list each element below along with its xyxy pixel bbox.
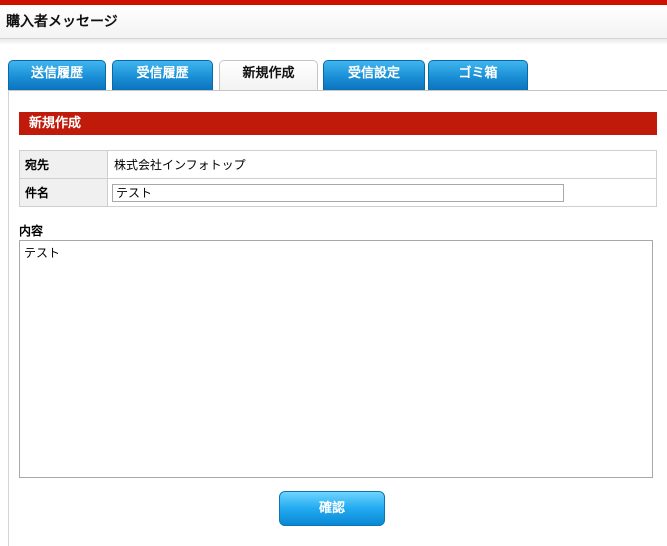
- message-form-table: 宛先 株式会社インフォトップ 件名: [19, 150, 657, 207]
- tab-receive-settings[interactable]: 受信設定: [323, 60, 425, 90]
- recipient-value: 株式会社インフォトップ: [107, 150, 657, 179]
- section-header: 新規作成: [19, 112, 657, 135]
- recipient-row: 宛先 株式会社インフォトップ: [19, 150, 657, 179]
- header-shadow: [0, 39, 667, 45]
- tab-received-history[interactable]: 受信履歴: [112, 60, 213, 90]
- recipient-label: 宛先: [19, 150, 108, 179]
- subject-cell: [107, 178, 657, 207]
- tab-divider: [8, 90, 667, 91]
- subject-row: 件名: [19, 178, 657, 207]
- tab-trash[interactable]: ゴミ箱: [428, 60, 528, 90]
- content-label: 内容: [19, 224, 44, 238]
- subject-label: 件名: [19, 178, 108, 207]
- content-textarea[interactable]: テスト: [19, 240, 653, 478]
- content-left-border: [8, 90, 9, 546]
- page-header: 購入者メッセージ: [0, 5, 667, 39]
- page-title: 購入者メッセージ: [6, 14, 118, 30]
- tab-sent-history[interactable]: 送信履歴: [8, 60, 106, 90]
- tab-new-message[interactable]: 新規作成: [219, 60, 318, 91]
- subject-input[interactable]: [112, 183, 564, 202]
- confirm-button[interactable]: 確認: [279, 491, 385, 526]
